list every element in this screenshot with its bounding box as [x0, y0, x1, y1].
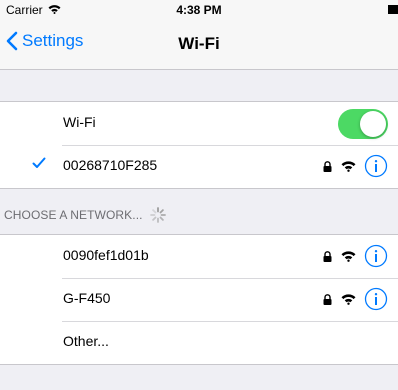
wifi-toggle-label: Wi-Fi — [63, 114, 96, 130]
network-name: 0090fef1d01b — [63, 247, 149, 263]
wifi-toggle-row: Wi-Fi — [0, 102, 398, 145]
checkmark-icon — [32, 157, 46, 168]
toggle-knob — [360, 111, 386, 137]
section-header: CHOOSE A NETWORK... — [4, 206, 167, 224]
info-icon[interactable] — [364, 287, 388, 311]
wifi-toggle-switch[interactable] — [338, 109, 388, 139]
network-list: 0090fef1d01b G-F450 Other... — [0, 234, 398, 365]
battery-icon — [388, 5, 398, 14]
status-time: 4:38 PM — [176, 3, 222, 17]
lock-icon — [323, 293, 332, 305]
lock-icon — [323, 160, 332, 172]
network-row[interactable]: G-F450 — [0, 278, 398, 321]
network-row[interactable]: 0090fef1d01b — [0, 235, 398, 278]
info-icon[interactable] — [364, 154, 388, 178]
status-bar: Carrier 4:38 PM — [0, 0, 398, 20]
loading-spinner-icon — [149, 207, 166, 223]
other-network-row[interactable]: Other... — [0, 321, 398, 364]
navigation-bar: Settings Wi-Fi — [0, 20, 398, 70]
wifi-signal-icon — [341, 294, 356, 305]
network-name: 00268710F285 — [63, 157, 158, 173]
section-header-label: CHOOSE A NETWORK... — [4, 208, 143, 222]
other-network-label: Other... — [63, 333, 109, 349]
wifi-signal-icon — [341, 251, 356, 262]
connected-network-row[interactable]: 00268710F285 — [0, 145, 398, 188]
wifi-signal-icon — [341, 161, 356, 172]
lock-icon — [323, 250, 332, 262]
page-title: Wi-Fi — [178, 34, 220, 53]
info-icon[interactable] — [364, 244, 388, 268]
network-name: G-F450 — [63, 290, 111, 306]
wifi-settings-group: Wi-Fi 00268710F285 — [0, 101, 398, 189]
